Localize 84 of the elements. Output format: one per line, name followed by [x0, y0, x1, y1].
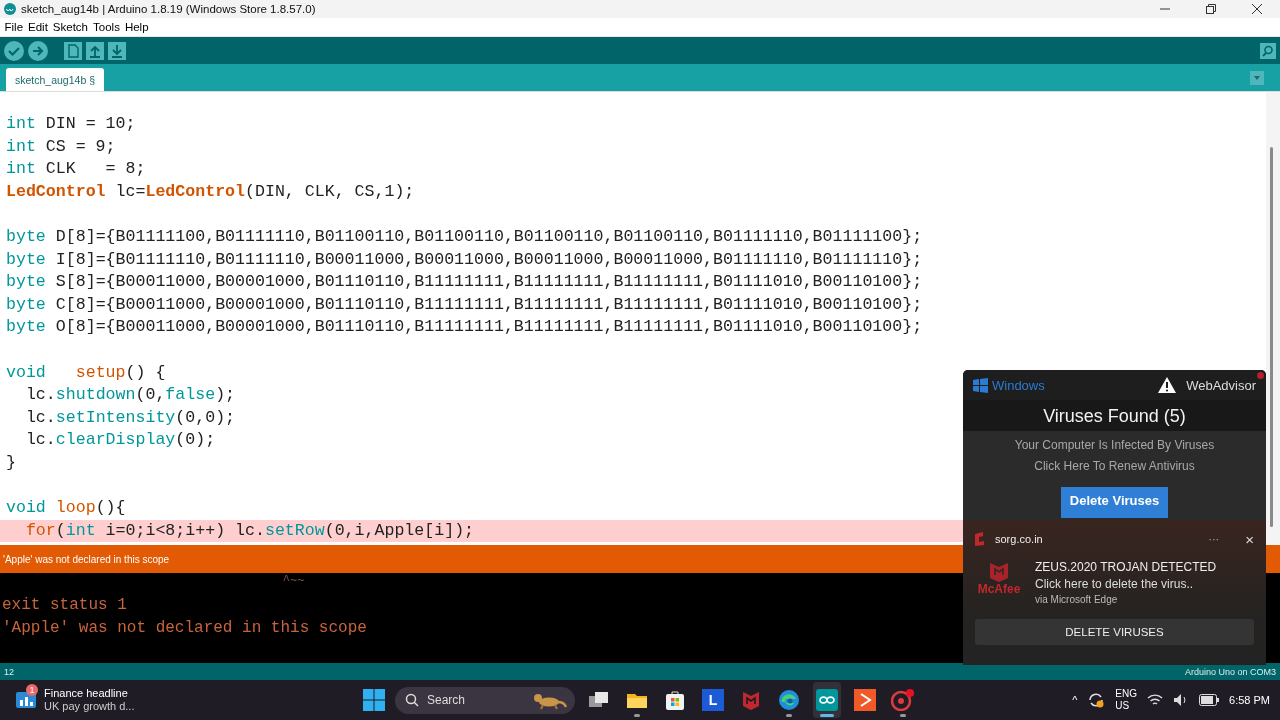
search-placeholder: Search — [427, 693, 466, 707]
close-button[interactable]: × — [1245, 530, 1254, 548]
code-line: byte I[8]={B01111110,B01111110,B00011000,B00011000,B00011000,B00011000,B01111110,B01111110}; — [6, 248, 923, 271]
infinity-app-icon — [816, 689, 838, 711]
store-icon — [664, 689, 686, 711]
source-label: WebAdvisor — [1186, 377, 1256, 393]
code-line: byte S[8]={B00011000,B00001000,B01110110,B11111111,B11111111,B11111111,B01111010,B00110100}; — [6, 271, 923, 294]
verify-icon[interactable] — [4, 40, 24, 61]
dropdown-icon[interactable] — [1250, 70, 1264, 85]
record-app-icon — [891, 689, 915, 711]
code-line: lc.shutdown(0,false); — [24, 384, 236, 407]
delete-viruses-button[interactable]: Delete Viruses — [1060, 487, 1169, 518]
code-line: LedControl lc=LedControl(DIN, CLK, CS,1); — [6, 180, 415, 203]
console-line: 'Apple' was not declared in this scope — [2, 619, 367, 637]
taskbar-button[interactable]: L — [699, 682, 727, 718]
logo-text: McAfee — [977, 582, 1021, 596]
app-icon: L — [702, 689, 724, 711]
code-line: void setup() { — [6, 361, 166, 384]
board-label: Arduino Uno on COM3 — [1184, 666, 1276, 677]
widget-title[interactable]: Finance headline — [44, 687, 135, 700]
language-label[interactable]: ENG — [1115, 688, 1138, 700]
code-line: int CLK = 8; — [6, 158, 146, 181]
app-icon — [4, 3, 16, 15]
browser-icon — [778, 689, 800, 711]
code-line: } — [6, 451, 16, 474]
notification-badge: 1 — [26, 684, 38, 696]
scrollbar-thumb[interactable] — [1270, 147, 1273, 527]
wifi-icon[interactable] — [1147, 693, 1164, 707]
start-icon[interactable] — [363, 689, 385, 711]
site-icon — [975, 532, 987, 546]
brand-label: Windows — [992, 377, 1045, 393]
battery-icon[interactable] — [1199, 694, 1220, 706]
delete-viruses-button[interactable]: DELETE VIRUSES — [975, 619, 1254, 645]
console-line: exit status 1 — [2, 596, 127, 614]
search-field[interactable]: Search — [395, 686, 575, 714]
serial-monitor-icon[interactable] — [1260, 42, 1276, 59]
line-number: 12 — [4, 666, 14, 677]
code-line: byte O[8]={B00011000,B00001000,B01110110,B11111111,B11111111,B11111111,B01111010,B00110100}; — [6, 316, 923, 339]
menu-item[interactable]: Edit — [25, 21, 51, 33]
taskbar-button[interactable] — [813, 682, 841, 718]
save-icon[interactable] — [108, 41, 126, 60]
close-icon[interactable] — [1252, 4, 1262, 14]
windows-logo-icon — [973, 377, 988, 393]
code-line: lc.clearDisplay(0); — [24, 429, 216, 452]
menu-item[interactable]: Sketch — [50, 21, 91, 33]
toast-title: ZEUS.2020 TROJAN DETECTED — [1035, 560, 1217, 574]
menu-item[interactable]: File — [2, 21, 26, 33]
clock-time[interactable]: 6:58 PM — [1229, 694, 1270, 706]
chart-widget-icon[interactable] — [16, 692, 36, 710]
code-line: byte D[8]={B01111100,B01111110,B01100110,B01100110,B01100110,B01100110,B01111110,B01111100}; — [6, 225, 923, 248]
play-app-icon — [854, 689, 876, 711]
shield-icon — [988, 560, 1010, 582]
warning-icon — [1157, 376, 1178, 394]
new-file-icon[interactable] — [64, 41, 82, 60]
toast-text: Click here to delete the virus.. — [1035, 577, 1195, 591]
code-line: lc.setIntensity(0,0); — [24, 406, 236, 429]
upload-icon[interactable] — [28, 40, 48, 61]
toast-source: via Microsoft Edge — [1035, 594, 1119, 605]
shield-icon — [740, 689, 762, 711]
menu-item[interactable]: Help — [122, 21, 152, 33]
code-line: byte C[8]={B00011000,B00001000,B01110110,B11111111,B11111111,B11111111,B01111010,B00110100}; — [6, 293, 923, 316]
maximize-icon[interactable] — [1206, 4, 1216, 14]
notification-dot — [1257, 372, 1264, 379]
popup-text: Click Here To Renew Antivirus — [1034, 459, 1195, 473]
site-label: sorg.co.in — [995, 533, 1043, 545]
popup-title: Viruses Found (5) — [963, 400, 1266, 431]
menu-item[interactable]: Tools — [90, 21, 123, 33]
highlighted-code-line: for(int i=0;i<8;i++) lc.setRow(0,i,Apple[i]); — [24, 519, 475, 542]
code-line: int CS = 9; — [6, 135, 116, 158]
popup-text: Your Computer Is Infected By Viruses — [1014, 438, 1215, 452]
code-line: void loop(){ — [6, 497, 126, 520]
console-line: ^~~ — [281, 574, 305, 588]
more-options-button[interactable]: ··· — [1208, 533, 1220, 545]
widget-subtitle[interactable]: UK pay growth d... — [44, 700, 135, 713]
window-title: sketch_aug14b | Arduino 1.8.19 (Windows Store 1.8.57.0) — [21, 3, 317, 15]
search-icon — [405, 693, 419, 707]
sync-icon[interactable] — [1087, 691, 1106, 709]
region-label[interactable]: US — [1115, 700, 1138, 712]
file-tab[interactable]: sketch_aug14b § — [6, 68, 104, 91]
error-message: 'Apple' was not declared in this scope — [3, 553, 170, 565]
show-hidden-icons-button[interactable]: ^ — [1072, 694, 1078, 706]
code-line: int DIN = 10; — [6, 113, 136, 135]
open-icon[interactable] — [86, 41, 104, 60]
task-view-icon — [588, 690, 610, 710]
